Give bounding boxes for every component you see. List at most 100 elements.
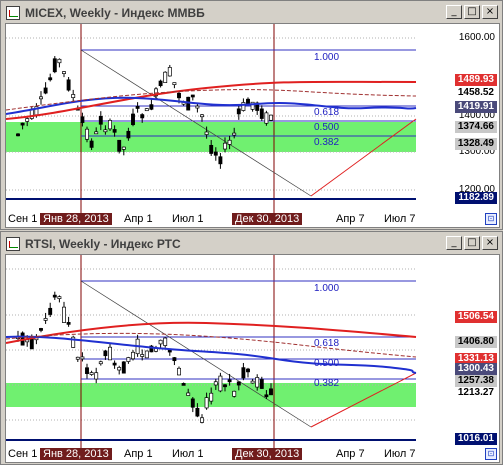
candle-body	[227, 379, 232, 383]
candle-body	[126, 130, 131, 139]
chart-corner-icon[interactable]: ⊡	[485, 448, 497, 460]
candle-body	[195, 407, 200, 417]
candle-body	[108, 120, 112, 130]
candle-body	[131, 351, 135, 360]
candle-body	[144, 350, 149, 359]
candle-body	[62, 306, 66, 323]
candle-body	[209, 392, 214, 402]
chart-corner-icon[interactable]: ⊡	[485, 213, 497, 225]
candle-body	[149, 104, 154, 110]
chart-app-icon	[6, 237, 20, 251]
candle-body	[48, 77, 53, 81]
rtsi-chart-window[interactable]: RTSI, Weekly - Индекс РТС _ □ × 1506.54 …	[0, 231, 503, 465]
candle-body	[140, 354, 145, 357]
price-label-ma-red: 1489.93	[454, 74, 497, 86]
x-axis-label: Июл 7	[384, 448, 416, 460]
close-button[interactable]: ×	[482, 236, 498, 250]
candle-body	[75, 356, 80, 360]
price-label-level: 1374.66	[454, 121, 497, 133]
candle-body	[80, 356, 85, 360]
x-axis-label-highlight: Дек 30, 2013	[232, 448, 303, 460]
x-axis-label-highlight: Янв 28, 2013	[40, 213, 112, 225]
window-title: RTSI, Weekly - Индекс РТС	[25, 237, 181, 251]
candle-body	[195, 105, 200, 109]
candle-body	[85, 128, 89, 140]
candle-body	[232, 132, 237, 136]
candle-body	[177, 367, 181, 376]
candle-body	[39, 96, 43, 100]
candle-body	[144, 108, 149, 112]
candle-body	[163, 71, 168, 83]
candle-body	[241, 367, 246, 379]
candle-body	[190, 398, 195, 408]
candle-body	[218, 375, 223, 392]
micex-chart-window[interactable]: MICEX, Weekly - Индекс ММВБ _ □ × 1600.0…	[0, 0, 503, 230]
x-axis-label: Июл 1	[172, 213, 204, 225]
x-axis-label: Июл 1	[172, 448, 204, 460]
candle-body	[112, 362, 117, 366]
candle-body	[236, 108, 241, 115]
candle-body	[227, 139, 232, 145]
x-axis-label: Апр 7	[336, 448, 365, 460]
maximize-button[interactable]: □	[464, 236, 480, 250]
candle-body	[20, 122, 25, 126]
candle-body	[112, 129, 117, 133]
candle-body	[103, 129, 108, 133]
candle-body	[121, 146, 126, 150]
candle-body	[269, 114, 273, 121]
candle-body	[250, 380, 255, 384]
fib-level-label: 0.618	[314, 338, 340, 349]
price-label-low: 1016.01	[454, 433, 497, 445]
fib-level-label: 0.618	[314, 107, 340, 118]
chart-app-icon	[6, 6, 20, 20]
candle-body	[218, 156, 223, 165]
minimize-button[interactable]: _	[446, 5, 462, 19]
candle-body	[117, 139, 122, 152]
candle-body	[140, 114, 145, 119]
fib-level-label: 1.000	[314, 52, 340, 63]
x-axis-label-highlight: Дек 30, 2013	[232, 213, 303, 225]
candle-body	[181, 383, 186, 386]
fib-level-label: 1.000	[314, 283, 340, 294]
price-label-ma-blue: 1300.43	[454, 363, 497, 375]
candle-body	[255, 377, 260, 388]
candle-body	[108, 346, 112, 361]
candle-body	[223, 142, 227, 150]
candle-body	[121, 361, 126, 374]
price-chart-area[interactable]: 1506.54 1406.80 1331.13 1300.43 1257.38 …	[5, 254, 500, 463]
candle-body	[89, 140, 94, 148]
title-bar[interactable]: RTSI, Weekly - Индекс РТС _ □ ×	[3, 234, 500, 254]
moving-average-blue	[6, 335, 417, 374]
candle-body	[94, 131, 99, 135]
title-bar[interactable]: MICEX, Weekly - Индекс ММВБ _ □ ×	[3, 3, 500, 23]
candle-body	[213, 151, 218, 156]
candle-body	[158, 80, 163, 87]
candlestick-chart	[6, 255, 417, 448]
candle-body	[98, 115, 103, 125]
candle-body	[213, 381, 218, 386]
candle-body	[232, 390, 237, 397]
candle-body	[66, 79, 71, 91]
close-button[interactable]: ×	[482, 5, 498, 19]
candle-body	[94, 372, 99, 380]
minimize-button[interactable]: _	[446, 236, 462, 250]
candle-body	[43, 318, 48, 321]
price-label-low: 1182.89	[455, 192, 497, 204]
candle-body	[80, 116, 85, 123]
candle-body	[29, 338, 34, 350]
candle-body	[177, 92, 181, 99]
candle-body	[246, 368, 250, 373]
x-axis-label: Апр 1	[124, 448, 153, 460]
candle-body	[204, 131, 209, 135]
candle-body	[172, 357, 177, 362]
candle-body	[200, 417, 204, 423]
maximize-button[interactable]: □	[464, 5, 480, 19]
candle-body	[39, 328, 43, 331]
candle-body	[269, 388, 273, 396]
candle-body	[135, 106, 140, 109]
candle-body	[98, 361, 103, 365]
candle-body	[158, 339, 163, 345]
candle-body	[241, 102, 246, 111]
candle-body	[204, 397, 209, 409]
price-chart-area[interactable]: 1600.00 1400.00 1300.00 1200.00 1489.93 …	[5, 23, 500, 228]
